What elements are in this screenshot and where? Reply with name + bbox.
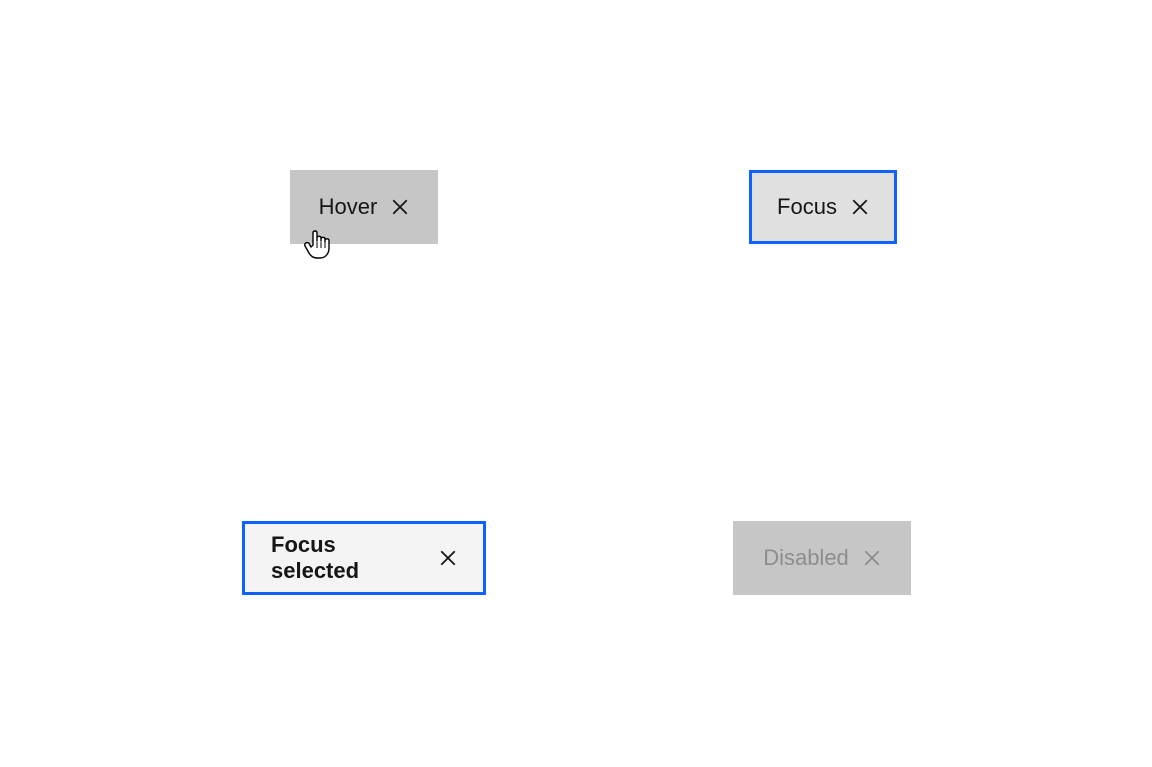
close-icon[interactable] [391,198,409,216]
tab-disabled: Disabled [733,521,911,595]
close-icon[interactable] [851,198,869,216]
close-icon [863,549,881,567]
tab-focus-selected[interactable]: Focus selected [242,521,486,595]
tab-focus-label: Focus [777,194,837,220]
tab-focus-selected-label: Focus selected [271,532,425,584]
close-icon[interactable] [439,549,457,567]
tab-hover[interactable]: Hover [290,170,438,244]
tab-disabled-label: Disabled [763,545,849,571]
tab-hover-label: Hover [319,194,378,220]
tab-focus[interactable]: Focus [749,170,897,244]
